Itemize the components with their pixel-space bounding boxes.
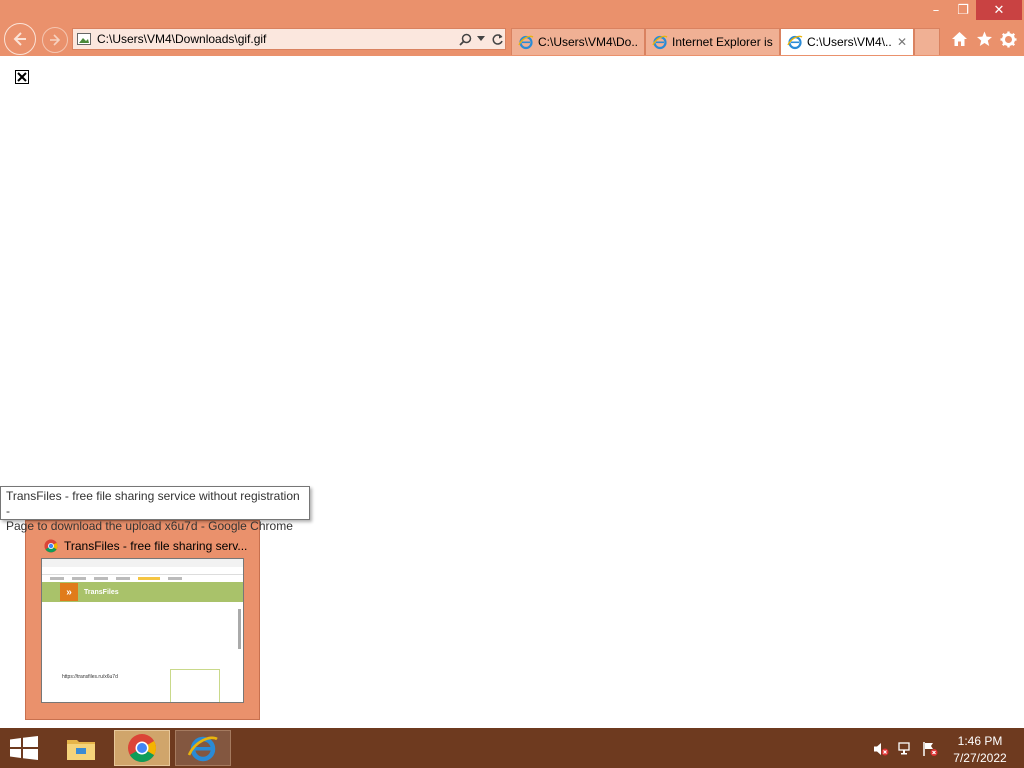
clock-time: 1:46 PM — [957, 734, 1003, 748]
image-file-icon — [77, 32, 91, 46]
clock-date: 7/27/2022 — [953, 751, 1007, 765]
star-icon[interactable] — [974, 29, 994, 49]
preview-thumbnail[interactable]: » TransFiles https://transfiles.ru/x6u7d — [41, 558, 244, 703]
home-icon[interactable] — [949, 29, 969, 49]
refresh-icon[interactable] — [489, 30, 505, 48]
address-bar[interactable]: C:\Users\VM4\Downloads\gif.gif — [72, 28, 506, 50]
taskbar — [0, 728, 1024, 768]
thumbnail-addressbar — [42, 567, 243, 575]
tab-label: C:\Users\VM4\Do... — [538, 35, 638, 49]
chevron-down-icon[interactable] — [473, 30, 489, 48]
back-button[interactable] — [4, 23, 36, 55]
close-tab-icon[interactable]: ✕ — [891, 35, 907, 49]
arrow-right-icon — [50, 34, 61, 46]
broken-image-icon — [15, 70, 29, 84]
tab-gif-active[interactable]: C:\Users\VM4\... ✕ — [780, 28, 914, 55]
thumbnail-url: https://transfiles.ru/x6u7d — [62, 674, 118, 680]
taskbar-tooltip: TransFiles - free file sharing service w… — [0, 486, 310, 533]
preview-title-text: TransFiles - free file sharing serv... — [64, 539, 248, 553]
internet-explorer-icon — [518, 35, 534, 50]
internet-explorer-icon — [187, 736, 218, 762]
close-window-button[interactable]: ✕ — [976, 0, 1022, 20]
thumbnail-tabstrip — [42, 559, 243, 567]
internet-explorer-taskbar-button[interactable] — [175, 730, 231, 766]
transfiles-logo-icon: » — [60, 583, 78, 601]
tab-label: Internet Explorer is... — [672, 35, 773, 49]
gear-icon[interactable] — [998, 29, 1018, 49]
speaker-muted-icon[interactable] — [873, 741, 889, 757]
file-explorer-taskbar-button[interactable] — [53, 730, 109, 766]
minimize-button[interactable]: – — [922, 0, 950, 20]
chrome-taskbar-button[interactable] — [114, 730, 170, 766]
new-tab-button[interactable] — [914, 28, 940, 55]
chrome-window-preview[interactable]: TransFiles - free file sharing serv... »… — [25, 520, 260, 720]
arrow-left-icon — [13, 32, 26, 46]
browser-chrome: – ❐ ✕ C:\Users\VM4\Downloads\gif.gif C:\… — [0, 0, 1024, 56]
search-icon[interactable] — [457, 30, 473, 48]
chrome-icon — [128, 734, 156, 762]
tooltip-line: TransFiles - free file sharing service w… — [6, 489, 300, 518]
thumbnail-menu — [42, 575, 243, 582]
thumbnail-banner: » TransFiles — [42, 582, 243, 602]
chrome-icon — [44, 539, 58, 553]
preview-title: TransFiles - free file sharing serv... — [44, 539, 247, 553]
forward-button[interactable] — [42, 27, 68, 53]
tab-internet-explorer[interactable]: Internet Explorer is... — [645, 28, 780, 55]
restore-button[interactable]: ❐ — [950, 0, 976, 20]
internet-explorer-icon — [787, 35, 803, 50]
address-text[interactable]: C:\Users\VM4\Downloads\gif.gif — [97, 32, 457, 46]
thumbnail-sidebox — [170, 669, 220, 702]
network-icon[interactable] — [898, 741, 914, 757]
internet-explorer-icon — [652, 35, 668, 50]
folder-icon — [67, 740, 95, 760]
tab-label: C:\Users\VM4\... — [807, 35, 891, 49]
thumbnail-brand: TransFiles — [84, 588, 119, 596]
system-clock[interactable]: 1:46 PM 7/27/2022 — [950, 733, 1010, 767]
tooltip-line: Page to download the upload x6u7d - Goog… — [6, 519, 293, 533]
windows-start-icon[interactable] — [10, 736, 38, 760]
thumbnail-scrollbar — [238, 609, 241, 649]
action-center-flag-icon[interactable] — [922, 741, 938, 757]
tab-downloads[interactable]: C:\Users\VM4\Do... — [511, 28, 645, 55]
